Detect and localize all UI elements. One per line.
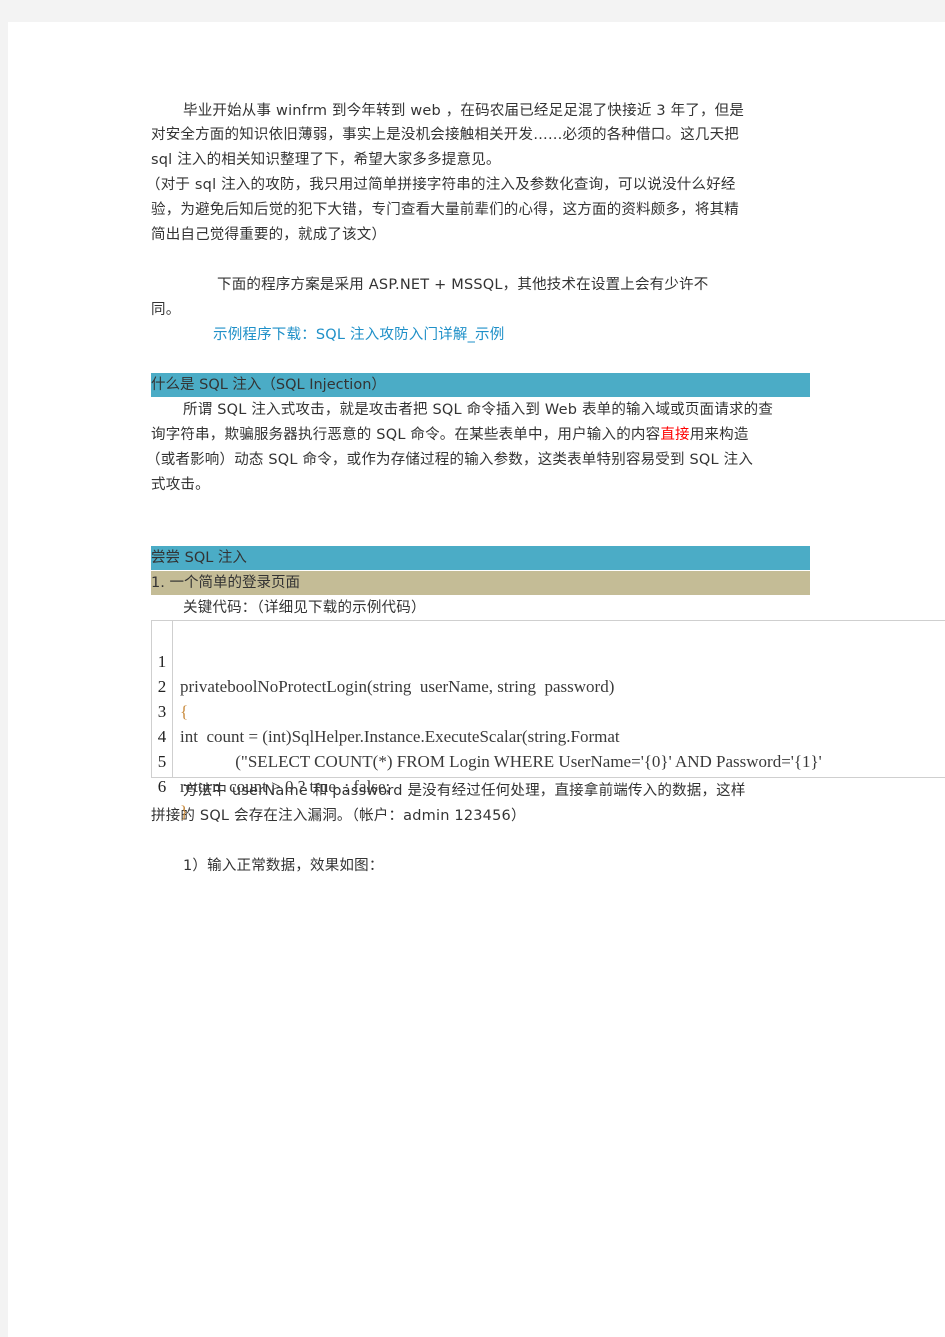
code-line-number: 6 — [157, 777, 167, 796]
code-block: 1 privateboolNoProtectLogin(string userN… — [151, 620, 945, 821]
section-heading-text: 什么是 SQL 注入（SQL Injection） — [151, 377, 386, 393]
download-example-link[interactable]: 示例程序下载：SQL 注入攻防入门详解_示例 — [213, 323, 504, 347]
code-line-text: int count = (int)SqlHelper.Instance.Exec… — [180, 727, 620, 746]
intro-line-2: 对安全方面的知识依旧薄弱，事实上是没机会接触相关开发……必须的各种借口。这几天把 — [151, 127, 739, 143]
code-line-text: } — [180, 802, 189, 821]
subsection-heading-text: 1. 一个简单的登录页面 — [151, 575, 300, 591]
code-line: 3 int count = (int)SqlHelper.Instance.Ex… — [152, 674, 620, 746]
code-line-text: ("SELECT COUNT(*) FROM Login WHERE UserN… — [180, 752, 822, 771]
tech-line-1: 下面的程序方案是采用 ASP.NET + MSSQL，其他技术在设置上会有少许不 — [217, 277, 709, 293]
note-line-1: （对于 sql 注入的攻防，我只用过简单拼接字符串的注入及参数化查询，可以说没什… — [146, 177, 736, 193]
note-line-3: 简出自己觉得重要的，就成了该文） — [151, 227, 387, 243]
section-heading-what-is-sql-injection: 什么是 SQL 注入（SQL Injection） — [151, 373, 810, 397]
definition-line-4: 式攻击。 — [151, 477, 210, 493]
code-line: 6 } — [152, 749, 188, 821]
document-page: 毕业开始从事 winfrm 到今年转到 web ，在码农届已经足足混了快接近 3… — [8, 22, 945, 1337]
code-line: 1 privateboolNoProtectLogin(string userN… — [152, 624, 615, 696]
code-line: 5 return count > 0 ? true : false; — [152, 724, 390, 796]
code-line-text: { — [180, 702, 189, 721]
code-line: 4 ("SELECT COUNT(*) FROM Login WHERE Use… — [152, 699, 822, 771]
definition-line-2-text: 询字符串，欺骗服务器执行恶意的 SQL 命令。在某些表单中，用户输入的内容 — [151, 427, 661, 443]
code-line-text: return count > 0 ? true : false; — [180, 777, 391, 796]
intro-line-1: 毕业开始从事 winfrm 到今年转到 web ，在码农届已经足足混了快接近 3… — [183, 103, 745, 119]
definition-line-1: 所谓 SQL 注入式攻击，就是攻击者把 SQL 命令插入到 Web 表单的输入域… — [183, 402, 774, 418]
section-heading-try-sql-injection: 尝尝 SQL 注入 — [151, 546, 810, 570]
definition-line-3: （或者影响）动态 SQL 命令，或作为存储过程的输入参数，这类表单特别容易受到 … — [146, 452, 754, 468]
highlight-direct: 直接 — [660, 427, 690, 443]
intro-line-3: sql 注入的相关知识整理了下，希望大家多多提意见。 — [151, 152, 501, 168]
key-code-label: 关键代码：（详细见下载的示例代码） — [183, 600, 426, 616]
section-heading-text: 尝尝 SQL 注入 — [151, 550, 247, 566]
definition-line-2: 询字符串，欺骗服务器执行恶意的 SQL 命令。在某些表单中，用户输入的内容直接用… — [151, 423, 749, 447]
note-line-2: 验，为避免后知后觉的犯下大错，专门查看大量前辈们的心得，这方面的资料颇多，将其精 — [151, 202, 739, 218]
definition-line-2-tail: 用来构造 — [689, 427, 749, 443]
step-1-label: 1）输入正常数据，效果如图： — [183, 858, 384, 874]
code-line-text: privateboolNoProtectLogin(string userNam… — [180, 677, 615, 696]
explain-line-2: 拼接的 SQL 会存在注入漏洞。（帐户：admin 123456） — [151, 808, 526, 824]
subsection-heading-login-page: 1. 一个简单的登录页面 — [151, 571, 810, 595]
code-line: 2 { — [152, 649, 188, 721]
tech-line-2: 同。 — [151, 302, 181, 318]
